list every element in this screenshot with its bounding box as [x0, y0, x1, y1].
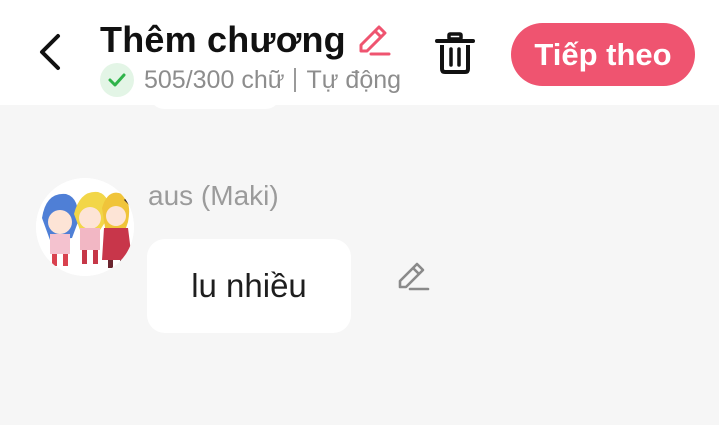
- edit-message-button[interactable]: [394, 257, 432, 295]
- edit-title-button[interactable]: [354, 20, 394, 60]
- pencil-icon: [398, 262, 430, 291]
- character-avatar: [36, 178, 134, 276]
- check-badge: [100, 63, 134, 97]
- message-bubble[interactable]: lu nhiều: [147, 239, 351, 333]
- top-bar: Thêm chương 505/300 chữ Tự động lưu Ti: [0, 0, 719, 105]
- trash-icon: [435, 32, 475, 74]
- save-status-row: 505/300 chữ Tự động lưu: [100, 62, 400, 98]
- autosave-status: Tự động lưu: [306, 65, 400, 94]
- back-button[interactable]: [28, 30, 72, 74]
- avatar[interactable]: [36, 178, 134, 276]
- previous-message-bubble: [150, 95, 280, 109]
- pencil-icon: [359, 25, 391, 56]
- title-row: Thêm chương: [100, 16, 394, 64]
- page-title: Thêm chương: [100, 19, 346, 60]
- back-arrow-icon: [40, 34, 60, 70]
- word-count: 505/300 chữ: [144, 65, 285, 94]
- status-divider: [294, 68, 297, 92]
- next-button[interactable]: Tiếp theo: [511, 23, 695, 86]
- message-text: lu nhiều: [191, 267, 307, 304]
- delete-button[interactable]: [430, 28, 480, 78]
- check-icon: [108, 73, 126, 87]
- character-name: aus (Maki): [148, 180, 279, 211]
